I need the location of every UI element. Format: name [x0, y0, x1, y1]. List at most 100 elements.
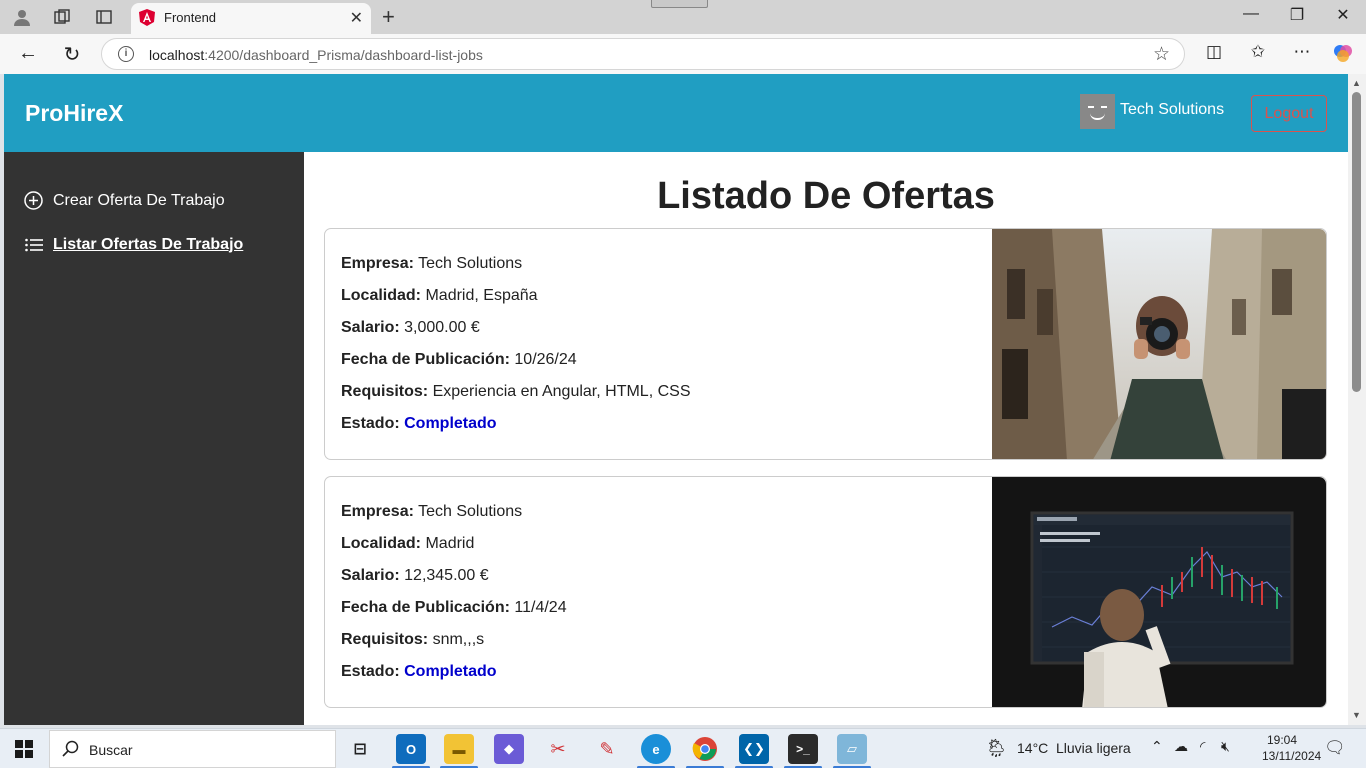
job-card[interactable]: Empresa: Tech Solutions Localidad: Madri… — [324, 476, 1327, 708]
field-label: Estado: — [341, 415, 400, 432]
field-label: Empresa: — [341, 255, 414, 272]
favorite-star-icon[interactable]: ☆ — [1153, 43, 1170, 66]
browser-toolbar: ← ↻ i localhost:4200/dashboard_Prisma/da… — [0, 34, 1366, 74]
weather-temp[interactable]: 14°C — [1017, 740, 1048, 756]
job-requirements: Requisitos: Experiencia en Angular, HTML… — [341, 382, 690, 414]
logout-button[interactable]: Logout — [1251, 95, 1327, 132]
reload-icon[interactable]: ↻ — [59, 42, 85, 67]
window-drag-handle[interactable] — [651, 0, 708, 8]
scrollbar-thumb[interactable] — [1352, 92, 1361, 392]
weather-icon[interactable]: 🌦 — [985, 738, 1008, 759]
field-value: 10/26/24 — [514, 351, 577, 368]
field-label: Salario: — [341, 567, 400, 584]
paint-icon[interactable]: ✎ — [592, 734, 622, 764]
weather-desc[interactable]: Lluvia ligera — [1056, 740, 1131, 756]
back-arrow-icon[interactable]: ← — [15, 42, 41, 65]
job-details: Empresa: Tech Solutions Localidad: Madri… — [341, 254, 690, 446]
outlook-icon[interactable]: O — [396, 734, 426, 764]
field-label: Localidad: — [341, 287, 422, 304]
chrome-browser-icon[interactable] — [690, 734, 720, 764]
new-tab-icon[interactable]: + — [382, 4, 395, 30]
page-scrollbar[interactable]: ▲ ▼ — [1348, 74, 1366, 725]
app-header: ProHireX Tech Solutions Logout — [4, 74, 1348, 152]
job-location: Localidad: Madrid — [341, 534, 567, 566]
url-text[interactable]: localhost:4200/dashboard_Prisma/dashboar… — [149, 47, 483, 63]
field-label: Fecha de Publicación: — [341, 599, 510, 616]
sidebar-item-label: Crear Oferta De Trabajo — [53, 191, 225, 209]
site-info-icon[interactable]: i — [118, 46, 134, 62]
job-salary: Salario: 12,345.00 € — [341, 566, 567, 598]
vertical-tabs-icon[interactable] — [93, 6, 115, 28]
job-company: Empresa: Tech Solutions — [341, 254, 690, 286]
job-salary: Salario: 3,000.00 € — [341, 318, 690, 350]
more-menu-icon[interactable]: ⋯ — [1289, 42, 1315, 62]
url-path: :4200/dashboard_Prisma/dashboard-list-jo… — [204, 47, 483, 63]
app-viewport: ProHireX Tech Solutions Logout Crear Ofe… — [4, 74, 1348, 725]
favorites-icon[interactable]: ✩ — [1245, 42, 1271, 62]
browser-tab-strip: Frontend ✕ + — ❐ ✕ — [0, 0, 1366, 34]
field-label: Salario: — [341, 319, 400, 336]
field-label: Fecha de Publicación: — [341, 351, 510, 368]
job-company: Empresa: Tech Solutions — [341, 502, 567, 534]
job-date: Fecha de Publicación: 11/4/24 — [341, 598, 567, 630]
field-value: 11/4/24 — [514, 599, 567, 616]
page-title: Listado De Ofertas — [657, 175, 995, 217]
field-label: Requisitos: — [341, 383, 429, 400]
job-image — [992, 477, 1326, 707]
notifications-icon[interactable]: 🗨︎ — [1324, 738, 1346, 758]
tab-title: Frontend — [164, 10, 217, 25]
split-screen-icon[interactable]: ◫ — [1201, 42, 1227, 62]
sidebar: Crear Oferta De Trabajo Listar Ofertas D… — [4, 152, 304, 725]
status-badge: Completado — [404, 663, 497, 680]
job-card[interactable]: Empresa: Tech Solutions Localidad: Madri… — [324, 228, 1327, 460]
terminal-icon[interactable]: >_ — [788, 734, 818, 764]
tray-chevron-icon[interactable]: ⌃ — [1151, 738, 1163, 755]
job-status: Estado: Completado — [341, 662, 567, 694]
tab-close-icon[interactable]: ✕ — [350, 8, 363, 28]
angular-favicon-icon — [139, 9, 155, 26]
scroll-up-arrow-icon[interactable]: ▲ — [1352, 78, 1361, 88]
windows-start-icon[interactable] — [15, 740, 33, 758]
field-value: 12,345.00 € — [404, 567, 489, 584]
taskbar-search-input[interactable]: Buscar — [49, 730, 336, 768]
wifi-icon[interactable]: ◜ — [1200, 738, 1205, 755]
brand-logo[interactable]: ProHireX — [25, 100, 123, 127]
sidebar-item-list-jobs[interactable]: Listar Ofertas De Trabajo — [24, 235, 243, 254]
address-bar[interactable]: i localhost:4200/dashboard_Prisma/dashbo… — [101, 38, 1185, 70]
main-content: Listado De Ofertas Empresa: Tech Solutio… — [304, 152, 1348, 725]
profile-icon[interactable] — [11, 6, 33, 28]
field-label: Empresa: — [341, 503, 414, 520]
avatar-eye-left — [1088, 106, 1094, 108]
snipping-tool-icon[interactable]: ✂ — [543, 734, 573, 764]
company-name: Tech Solutions — [1120, 101, 1225, 118]
volume-muted-icon[interactable]: 🔇︎ — [1221, 738, 1230, 755]
minimize-icon[interactable]: — — [1236, 5, 1266, 23]
job-date: Fecha de Publicación: 10/26/24 — [341, 350, 690, 382]
browser-tab-active[interactable]: Frontend ✕ — [131, 3, 371, 34]
restore-icon[interactable]: ❐ — [1282, 5, 1312, 25]
workspaces-icon[interactable] — [51, 6, 73, 28]
close-window-icon[interactable]: ✕ — [1328, 5, 1358, 25]
sidebar-item-create-job[interactable]: Crear Oferta De Trabajo — [24, 191, 225, 210]
task-view-icon[interactable]: ⊟ — [345, 734, 375, 764]
field-value: Madrid, España — [425, 287, 538, 304]
copilot-icon[interactable] — [1330, 42, 1356, 70]
avatar-mouth — [1090, 113, 1105, 120]
windows-taskbar: Buscar ⊟ O ▬ ◆ ✂ ✎ e ❮❯ >_ ▱ 🌦 14°C Lluv… — [0, 728, 1366, 768]
copilot-app-icon[interactable]: ◆ — [494, 734, 524, 764]
field-label: Requisitos: — [341, 631, 429, 648]
search-placeholder: Buscar — [89, 742, 133, 758]
app-icon[interactable]: ▱ — [837, 734, 867, 764]
job-location: Localidad: Madrid, España — [341, 286, 690, 318]
search-icon — [62, 740, 79, 757]
cloud-icon[interactable]: ☁ — [1174, 738, 1188, 755]
vscode-icon[interactable]: ❮❯ — [739, 734, 769, 764]
job-status: Estado: Completado — [341, 414, 690, 446]
field-value: Tech Solutions — [418, 503, 523, 520]
system-clock[interactable]: 19:04 13/11/2024 — [1262, 732, 1322, 764]
edge-browser-icon[interactable]: e — [641, 734, 671, 764]
scroll-down-arrow-icon[interactable]: ▼ — [1352, 710, 1361, 720]
job-details: Empresa: Tech Solutions Localidad: Madri… — [341, 502, 567, 694]
clock-date: 13/11/2024 — [1262, 749, 1322, 763]
file-explorer-icon[interactable]: ▬ — [444, 734, 474, 764]
